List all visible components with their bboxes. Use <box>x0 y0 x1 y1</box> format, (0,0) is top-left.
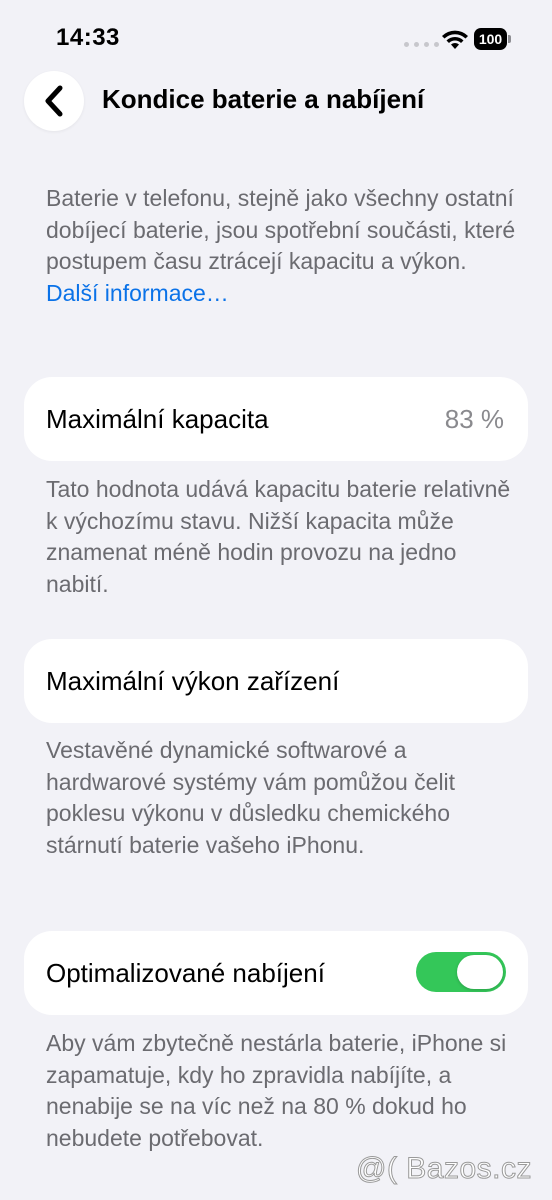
optimized-charging-row: Optimalizované nabíjení <box>24 931 528 1015</box>
peak-performance-footer: Vestavěné dynamické softwarové a hardwar… <box>46 737 456 858</box>
optimized-charging-label: Optimalizované nabíjení <box>46 958 325 988</box>
chevron-left-icon <box>45 85 63 117</box>
cellular-signal-icon <box>404 42 439 47</box>
peak-performance-label: Maximální výkon zařízení <box>46 666 340 696</box>
max-capacity-value: 83 % <box>444 404 504 434</box>
back-button[interactable] <box>24 71 84 131</box>
page-title: Kondice baterie a nabíjení <box>102 84 425 114</box>
watermark: @( Bazos.cz <box>356 1152 533 1186</box>
max-capacity-label: Maximální kapacita <box>46 404 269 434</box>
optimized-charging-footer: Aby vám zbytečně nestárla baterie, iPhon… <box>46 1030 507 1151</box>
wifi-icon <box>442 30 468 49</box>
more-info-link[interactable]: Další informace… <box>46 280 229 306</box>
battery-icon: 100 <box>474 28 512 50</box>
battery-level: 100 <box>474 28 507 50</box>
status-time: 14:33 <box>56 24 120 51</box>
intro-description: Baterie v telefonu, stejně jako všechny … <box>46 185 516 274</box>
max-capacity-row: Maximální kapacita 83 % <box>24 377 528 461</box>
max-capacity-footer: Tato hodnota udává kapacitu baterie rela… <box>46 476 511 597</box>
status-bar: 14:33 100 <box>0 0 552 70</box>
optimized-charging-toggle[interactable] <box>416 952 506 992</box>
navigation-bar: Kondice baterie a nabíjení <box>0 70 552 134</box>
peak-performance-row[interactable]: Maximální výkon zařízení <box>24 639 528 723</box>
toggle-knob <box>457 955 503 989</box>
intro-text: Baterie v telefonu, stejně jako všechny … <box>46 183 516 309</box>
